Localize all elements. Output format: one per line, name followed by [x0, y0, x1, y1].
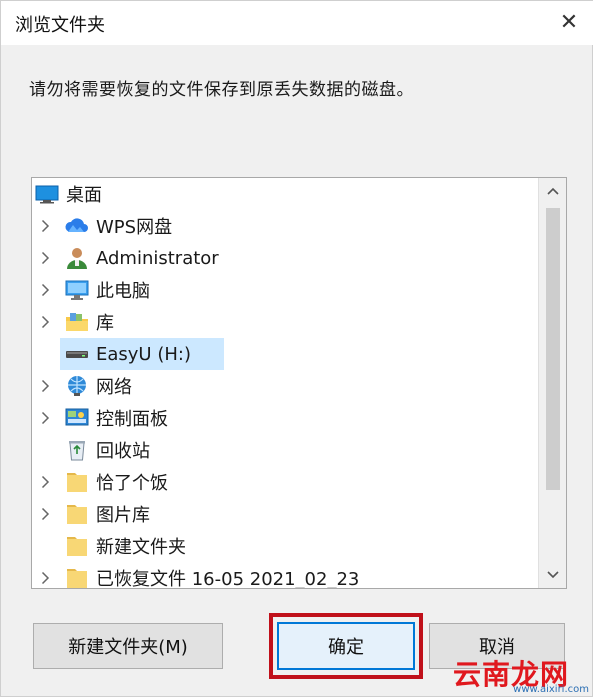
expand-toggle[interactable] [38, 568, 52, 588]
recycle-bin-icon [64, 437, 90, 463]
tree-item[interactable]: 图片库 [32, 498, 538, 530]
window-title: 浏览文件夹 [15, 15, 105, 36]
expand-toggle[interactable] [38, 280, 52, 300]
scroll-up-button[interactable] [539, 178, 566, 204]
ok-button[interactable]: 确定 [277, 622, 415, 670]
chevron-right-icon [41, 411, 49, 425]
computer-icon [64, 277, 90, 303]
chevron-right-icon [41, 507, 49, 521]
scroll-thumb[interactable] [546, 208, 560, 490]
chevron-right-icon [41, 571, 49, 585]
vertical-scrollbar[interactable] [538, 178, 566, 588]
tree-item[interactable]: 此电脑 [32, 274, 538, 306]
chevron-right-icon [41, 475, 49, 489]
chevron-right-icon [41, 315, 49, 329]
instruction-text: 请勿将需要恢复的文件保存到原丢失数据的磁盘。 [29, 80, 414, 100]
tree-item[interactable]: 控制面板 [32, 402, 538, 434]
close-icon: ✕ [559, 9, 579, 35]
scroll-down-button[interactable] [539, 562, 566, 588]
tree-item[interactable]: 已恢复文件 16-05 2021_02_23 [32, 562, 538, 589]
folder-icon [64, 501, 90, 527]
close-button[interactable]: ✕ [552, 5, 586, 39]
tree-item-label: WPS网盘 [96, 217, 173, 238]
expand-toggle[interactable] [38, 248, 52, 268]
tree-item[interactable]: 新建文件夹 [32, 530, 538, 562]
tree-item[interactable]: 库 [32, 306, 538, 338]
tree-item-label: 网络 [96, 377, 132, 398]
folder-icon [64, 565, 90, 588]
expand-toggle[interactable] [38, 312, 52, 332]
watermark: 云南龙网 www.aixiri.com [453, 653, 593, 697]
library-icon [64, 309, 90, 335]
chevron-right-icon [41, 251, 49, 265]
expand-toggle[interactable] [38, 376, 52, 396]
tree-item[interactable]: 网络 [32, 370, 538, 402]
desktop-icon [34, 181, 60, 207]
tree-item-label: 图片库 [96, 505, 150, 526]
tree-item-label: 桌面 [66, 185, 102, 206]
drive-icon [64, 341, 90, 367]
chevron-right-icon [41, 283, 49, 297]
chevron-right-icon [41, 219, 49, 233]
tree-item-label: 库 [96, 313, 114, 334]
expand-toggle[interactable] [38, 216, 52, 236]
folder-tree[interactable]: 桌面 WPS网盘 Administrator 此电脑库 EasyU (H:) 网络控制面板… [31, 177, 567, 589]
cloud-icon [64, 213, 90, 239]
tree-item-label: Administrator [96, 247, 219, 269]
chevron-up-icon [547, 187, 559, 195]
tree-item-label: EasyU (H:) [96, 343, 191, 365]
title-bar: 浏览文件夹 ✕ [1, 1, 593, 45]
folder-icon [64, 533, 90, 559]
tree-item[interactable]: 回收站 [32, 434, 538, 466]
control-panel-icon [64, 405, 90, 431]
expand-toggle[interactable] [38, 408, 52, 428]
new-folder-button[interactable]: 新建文件夹(M) [33, 623, 223, 669]
tree-item-label: 控制面板 [96, 409, 168, 430]
tree-item-label: 新建文件夹 [96, 537, 186, 558]
tree-item-label: 已恢复文件 16-05 2021_02_23 [96, 569, 360, 589]
user-icon [64, 245, 90, 271]
tree-item-label: 回收站 [96, 441, 150, 462]
folder-tree-rows: 桌面 WPS网盘 Administrator 此电脑库 EasyU (H:) 网络控制面板… [32, 178, 538, 589]
browse-folder-dialog: 浏览文件夹 ✕ 请勿将需要恢复的文件保存到原丢失数据的磁盘。 桌面 WPS网盘 Ad… [0, 0, 593, 697]
tree-item[interactable]: WPS网盘 [32, 210, 538, 242]
expand-toggle[interactable] [38, 504, 52, 524]
chevron-down-icon [547, 571, 559, 579]
tree-item[interactable]: 恰了个饭 [32, 466, 538, 498]
watermark-url: www.aixiri.com [513, 684, 589, 695]
tree-item[interactable]: Administrator [32, 242, 538, 274]
expand-toggle[interactable] [38, 472, 52, 492]
tree-item[interactable]: 桌面 [32, 178, 538, 210]
network-icon [64, 373, 90, 399]
chevron-right-icon [41, 379, 49, 393]
tree-item[interactable]: EasyU (H:) [32, 338, 538, 370]
tree-item-label: 恰了个饭 [96, 473, 168, 494]
folder-icon [64, 469, 90, 495]
tree-item-label: 此电脑 [96, 281, 150, 302]
